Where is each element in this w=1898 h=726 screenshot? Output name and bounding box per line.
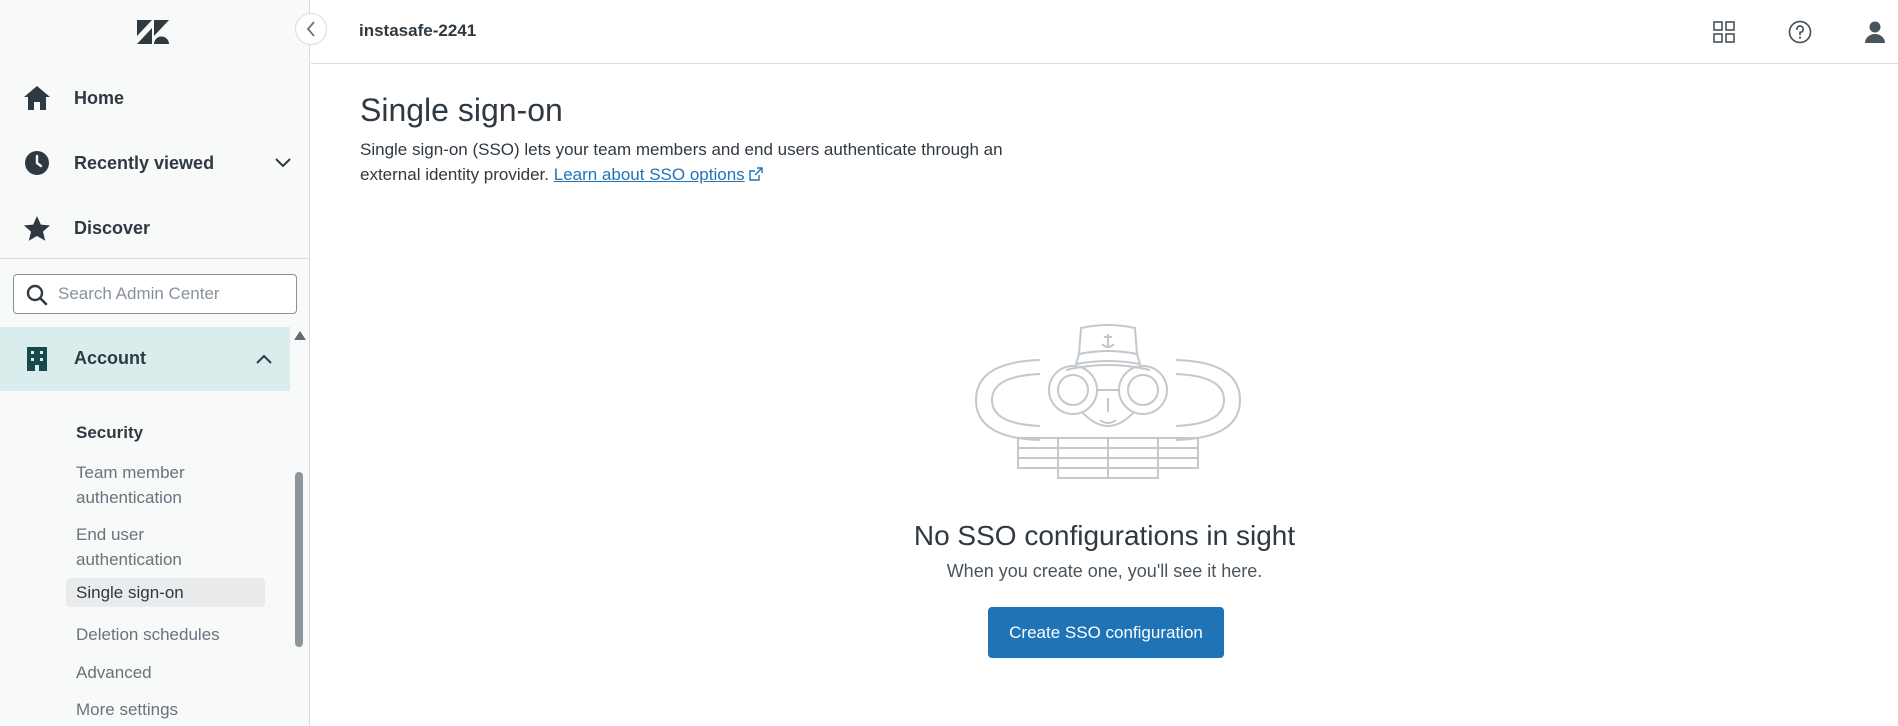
chevron-up-icon[interactable] bbox=[253, 348, 275, 370]
page-title: Single sign-on bbox=[360, 92, 563, 128]
sidebar-item-advanced[interactable]: Advanced bbox=[66, 658, 265, 687]
nav-discover[interactable]: Discover bbox=[0, 200, 300, 256]
user-icon[interactable] bbox=[1859, 16, 1891, 48]
nav-account-label: Account bbox=[74, 348, 146, 368]
search-input[interactable] bbox=[58, 275, 288, 313]
nav-discover-label: Discover bbox=[74, 217, 151, 238]
main-content: Single sign-on Single sign-on (SSO) lets… bbox=[311, 64, 1898, 726]
nav-account[interactable]: Account bbox=[0, 327, 290, 391]
help-icon[interactable] bbox=[1784, 16, 1816, 48]
sidebar-item-single-sign-on[interactable]: Single sign-on bbox=[66, 578, 265, 607]
empty-state-title: No SSO configurations in sight bbox=[913, 520, 1296, 551]
building-icon bbox=[22, 344, 52, 374]
sidebar-item-more-settings[interactable]: More settings bbox=[66, 695, 265, 724]
nav-home[interactable]: Home bbox=[0, 70, 300, 126]
nav-home-label: Home bbox=[74, 87, 125, 108]
create-sso-configuration-button[interactable]: Create SSO configuration bbox=[988, 607, 1224, 658]
sidebar-item-deletion-schedules[interactable]: Deletion schedules bbox=[66, 620, 265, 649]
home-icon bbox=[22, 83, 52, 113]
clock-icon bbox=[22, 148, 52, 178]
external-link-icon bbox=[748, 167, 763, 181]
top-bar: instasafe-2241 bbox=[311, 0, 1898, 64]
sidebar-divider bbox=[0, 258, 310, 259]
star-icon bbox=[22, 213, 52, 243]
learn-sso-link[interactable]: Learn about SSO options bbox=[554, 165, 745, 184]
scroll-up-arrow-icon[interactable] bbox=[294, 331, 306, 340]
page-description: Single sign-on (SSO) lets your team memb… bbox=[360, 137, 1060, 187]
nav-recently-viewed[interactable]: Recently viewed bbox=[0, 135, 300, 191]
collapse-sidebar-button[interactable] bbox=[295, 13, 327, 45]
scrollbar-thumb[interactable] bbox=[295, 472, 303, 647]
nav-recently-viewed-label: Recently viewed bbox=[74, 152, 215, 173]
empty-state-subtitle: When you create one, you'll see it here. bbox=[946, 561, 1263, 581]
sidebar: Home Recently viewed Discover Account Se… bbox=[0, 0, 310, 726]
workspace-name: instasafe-2241 bbox=[359, 21, 477, 40]
zendesk-logo-icon[interactable] bbox=[135, 14, 171, 50]
sidebar-scrollbar[interactable] bbox=[292, 327, 306, 726]
search-icon bbox=[26, 284, 48, 306]
chevron-down-icon[interactable] bbox=[272, 152, 294, 174]
products-grid-icon[interactable] bbox=[1708, 16, 1740, 48]
security-heading: Security bbox=[76, 423, 144, 442]
binoculars-illustration-icon bbox=[974, 324, 1242, 479]
chevron-left-icon bbox=[306, 21, 315, 37]
sidebar-item-end-user-authentication[interactable]: End user authentication bbox=[66, 520, 246, 574]
sidebar-item-team-member-authentication[interactable]: Team member authentication bbox=[66, 458, 246, 512]
search-box[interactable] bbox=[13, 274, 297, 314]
